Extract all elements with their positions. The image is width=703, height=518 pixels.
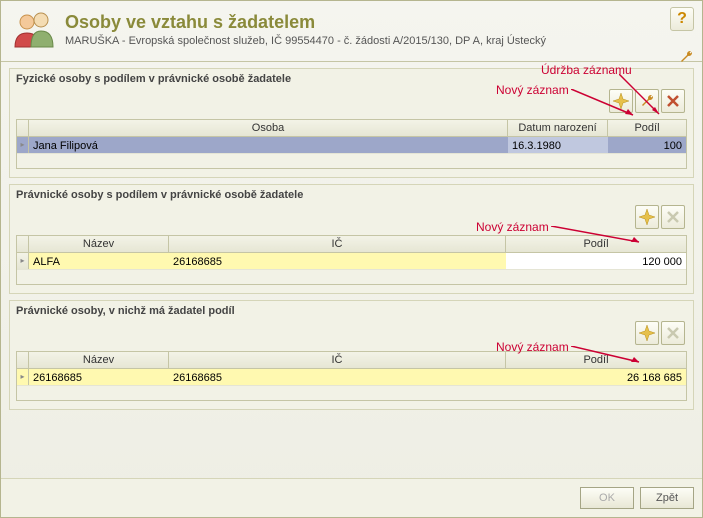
section1-grid-body: Jana Filipová 16.3.1980 100	[17, 137, 686, 168]
section2-title: Právnické osoby s podílem v právnické os…	[10, 185, 693, 203]
delete-record-button[interactable]	[661, 205, 685, 229]
row-indicator-header	[17, 120, 29, 136]
col-ic[interactable]: IČ	[169, 352, 506, 368]
cell-nazev: ALFA	[29, 253, 169, 269]
section1-toolbar	[10, 87, 693, 117]
col-datum[interactable]: Datum narození	[508, 120, 608, 136]
cell-ic: 26168685	[169, 253, 506, 269]
dialog-subtitle: MARUŠKA - Evropská společnost služeb, IČ…	[65, 35, 546, 47]
people-icon	[11, 7, 55, 51]
cell-podil: 120 000	[506, 253, 686, 269]
delete-record-button[interactable]	[661, 89, 685, 113]
dialog-window: Osoby ve vztahu s žadatelem MARUŠKA - Ev…	[0, 0, 703, 518]
section2-grid: Název IČ Podíl ALFA 26168685 120 000	[16, 235, 687, 285]
section3-title: Právnické osoby, v nichž má žadatel podí…	[10, 301, 693, 319]
col-nazev[interactable]: Název	[29, 352, 169, 368]
new-record-button[interactable]	[609, 89, 633, 113]
cell-osoba: Jana Filipová	[29, 137, 508, 153]
section3-grid: Název IČ Podíl 26168685 26168685 26 168 …	[16, 351, 687, 401]
section2-toolbar	[10, 203, 693, 233]
section-applicant-shares: Právnické osoby, v nichž má žadatel podí…	[9, 300, 694, 410]
new-record-button[interactable]	[635, 321, 659, 345]
section1-grid: Osoba Datum narození Podíl Jana Filipová…	[16, 119, 687, 169]
col-nazev[interactable]: Název	[29, 236, 169, 252]
section3-grid-header: Název IČ Podíl	[17, 352, 686, 369]
table-row[interactable]: Jana Filipová 16.3.1980 100	[17, 137, 686, 154]
edit-record-button[interactable]	[635, 89, 659, 113]
row-indicator-header	[17, 236, 29, 252]
row-indicator-icon	[17, 137, 29, 153]
cell-podil: 100	[608, 137, 686, 153]
table-row[interactable]: ALFA 26168685 120 000	[17, 253, 686, 270]
cell-ic: 26168685	[169, 369, 506, 385]
row-indicator-icon	[17, 253, 29, 269]
cell-datum: 16.3.1980	[508, 137, 608, 153]
back-button[interactable]: Zpět	[640, 487, 694, 509]
ok-button[interactable]: OK	[580, 487, 634, 509]
section1-title: Fyzické osoby s podílem v právnické osob…	[10, 69, 693, 87]
table-row[interactable]: 26168685 26168685 26 168 685	[17, 369, 686, 386]
col-podil[interactable]: Podíl	[608, 120, 686, 136]
section3-toolbar	[10, 319, 693, 349]
cell-nazev: 26168685	[29, 369, 169, 385]
row-indicator-icon	[17, 369, 29, 385]
col-osoba[interactable]: Osoba	[29, 120, 508, 136]
help-button[interactable]: ?	[670, 7, 694, 31]
section3-grid-body: 26168685 26168685 26 168 685	[17, 369, 686, 400]
dialog-header: Osoby ve vztahu s žadatelem MARUŠKA - Ev…	[1, 1, 702, 62]
header-text-block: Osoby ve vztahu s žadatelem MARUŠKA - Ev…	[65, 12, 546, 47]
row-indicator-header	[17, 352, 29, 368]
col-ic[interactable]: IČ	[169, 236, 506, 252]
section2-grid-body: ALFA 26168685 120 000	[17, 253, 686, 284]
section-legal-persons-share: Právnické osoby s podílem v právnické os…	[9, 184, 694, 294]
dialog-title: Osoby ve vztahu s žadatelem	[65, 12, 546, 33]
col-podil[interactable]: Podíl	[506, 236, 686, 252]
new-record-button[interactable]	[635, 205, 659, 229]
cell-podil: 26 168 685	[506, 369, 686, 385]
dialog-footer: OK Zpět	[1, 478, 702, 517]
section2-grid-header: Název IČ Podíl	[17, 236, 686, 253]
col-podil[interactable]: Podíl	[506, 352, 686, 368]
options-wrench-icon[interactable]	[678, 49, 694, 68]
delete-record-button[interactable]	[661, 321, 685, 345]
section1-grid-header: Osoba Datum narození Podíl	[17, 120, 686, 137]
section-physical-persons: Fyzické osoby s podílem v právnické osob…	[9, 68, 694, 178]
